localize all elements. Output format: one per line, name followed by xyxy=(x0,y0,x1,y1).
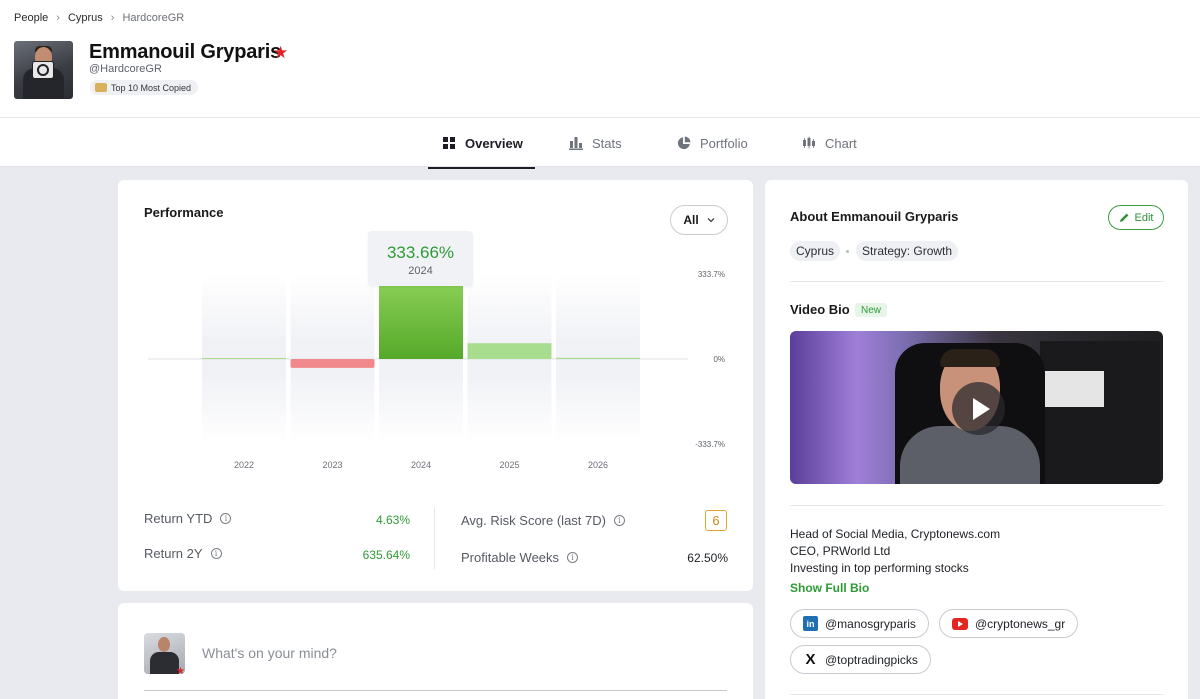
x-tick-label: 2023 xyxy=(322,460,342,470)
play-icon[interactable] xyxy=(952,382,1005,435)
stat-label: Avg. Risk Score (last 7D) xyxy=(461,513,606,528)
video-bio-title: Video Bio xyxy=(790,302,850,317)
stat-label: Return 2Y xyxy=(144,546,203,561)
tab-label: Chart xyxy=(825,135,857,151)
social-linkedin[interactable]: in @manosgryparis xyxy=(790,609,929,638)
stat-label: Profitable Weeks xyxy=(461,550,560,565)
bar-chart-icon xyxy=(569,137,583,150)
y-tick-label: 333.7% xyxy=(698,270,725,279)
trophy-icon xyxy=(95,83,107,92)
stat-value: 62.50% xyxy=(687,551,728,565)
bio-line: CEO, PRWorld Ltd xyxy=(790,544,891,558)
candlestick-icon xyxy=(803,136,815,149)
chip-strategy: Strategy: Growth xyxy=(856,241,959,261)
linkedin-icon: in xyxy=(803,616,818,631)
star-icon[interactable]: ★ xyxy=(273,43,288,63)
top-copied-badge: Top 10 Most Copied xyxy=(90,80,199,95)
separator-dot xyxy=(846,250,849,253)
video-player[interactable] xyxy=(790,331,1163,484)
breadcrumb: People › Cyprus › HardcoreGR xyxy=(14,12,184,24)
stat-risk-score: Avg. Risk Score (last 7D) i xyxy=(461,513,625,528)
youtube-icon xyxy=(952,617,968,630)
social-handle: @cryptonews_gr xyxy=(975,616,1066,631)
breadcrumb-current: HardcoreGR xyxy=(122,12,185,24)
stat-return-2y: Return 2Y i xyxy=(144,546,222,561)
x-tick-label: 2026 xyxy=(588,460,608,470)
risk-score-badge: 6 xyxy=(705,510,727,531)
chart-tooltip: 333.66% 2024 xyxy=(368,231,473,286)
avatar[interactable] xyxy=(14,41,73,99)
bar-2023[interactable] xyxy=(290,359,375,368)
profile-header: People › Cyprus › HardcoreGR Emmanouil G… xyxy=(0,0,1200,169)
bar-2025[interactable] xyxy=(467,343,552,359)
info-icon[interactable]: i xyxy=(210,548,222,559)
social-handle: @manosgryparis xyxy=(825,616,916,631)
camera-icon[interactable] xyxy=(32,61,54,79)
tab-label: Stats xyxy=(592,135,622,151)
stat-return-ytd: Return YTD i xyxy=(144,511,232,526)
post-composer: ★ What's on your mind? xyxy=(118,603,753,699)
breadcrumb-people[interactable]: People xyxy=(14,12,48,24)
bar-2022[interactable] xyxy=(202,358,286,359)
post-input[interactable]: What's on your mind? xyxy=(202,645,337,661)
bar-2024[interactable] xyxy=(379,274,463,359)
tab-label: Portfolio xyxy=(700,135,748,151)
x-tick-label: 2025 xyxy=(499,460,519,470)
stat-profitable-weeks: Profitable Weeks i xyxy=(461,550,579,565)
profile-handle: @HardcoreGR xyxy=(89,63,162,75)
info-icon[interactable]: i xyxy=(613,515,625,526)
chevron-right-icon: › xyxy=(56,12,60,24)
stat-divider xyxy=(434,507,435,569)
pie-chart-icon xyxy=(677,136,691,150)
chevron-right-icon: › xyxy=(110,12,115,24)
new-badge: New xyxy=(855,303,888,317)
social-x[interactable]: X @toptradingpicks xyxy=(790,645,931,674)
badge-label: Top 10 Most Copied xyxy=(111,82,192,93)
tab-chart[interactable]: Chart xyxy=(802,118,857,168)
bio-line: Head of Social Media, Cryptonews.com xyxy=(790,527,1001,541)
breadcrumb-cyprus[interactable]: Cyprus xyxy=(68,12,103,24)
tooltip-value: 333.66% xyxy=(386,243,455,262)
chip-country: Cyprus xyxy=(790,241,841,261)
profile-name: Emmanouil Gryparis xyxy=(89,41,282,63)
star-icon: ★ xyxy=(176,666,185,677)
divider xyxy=(790,281,1164,282)
pencil-icon xyxy=(1119,213,1128,222)
tooltip-year: 2024 xyxy=(408,265,433,277)
stat-value: 4.63% xyxy=(375,513,410,527)
divider xyxy=(790,505,1164,506)
stat-label: Return YTD xyxy=(144,511,213,526)
y-tick-label: 0% xyxy=(713,355,725,364)
y-tick-label: -333.7% xyxy=(695,440,725,449)
about-card: About Emmanouil Gryparis Edit Cyprus Str… xyxy=(765,180,1188,699)
divider xyxy=(790,694,1164,695)
info-icon[interactable]: i xyxy=(220,513,232,524)
x-icon: X xyxy=(805,651,816,668)
x-tick-label: 2024 xyxy=(411,460,431,470)
tab-portfolio[interactable]: Portfolio xyxy=(677,118,748,168)
bio-line: Investing in top performing stocks xyxy=(790,561,969,575)
tab-bar: Overview Stats Portfolio Chart xyxy=(0,117,1200,169)
grid-icon xyxy=(443,137,455,149)
edit-button[interactable]: Edit xyxy=(1108,205,1164,230)
stat-value: 635.64% xyxy=(362,548,410,562)
social-youtube[interactable]: @cryptonews_gr xyxy=(939,609,1079,638)
x-tick-label: 2022 xyxy=(234,460,254,470)
bar-2026[interactable] xyxy=(556,357,640,359)
tab-stats[interactable]: Stats xyxy=(569,118,622,168)
performance-chart: 2022 2023 2024 2025 2026 333.7% 0% -333.7% xyxy=(148,270,725,470)
tab-overview[interactable]: Overview xyxy=(428,118,535,169)
social-handle: @toptradingpicks xyxy=(825,652,918,667)
info-icon[interactable]: i xyxy=(567,552,579,563)
tab-label: Overview xyxy=(465,135,523,151)
divider xyxy=(144,690,727,691)
about-title: About Emmanouil Gryparis xyxy=(790,209,959,224)
edit-label: Edit xyxy=(1134,211,1154,224)
show-full-bio-link[interactable]: Show Full Bio xyxy=(790,581,869,595)
performance-card: Performance All 2022 2023 2024 2025 2026 333… xyxy=(118,180,753,591)
